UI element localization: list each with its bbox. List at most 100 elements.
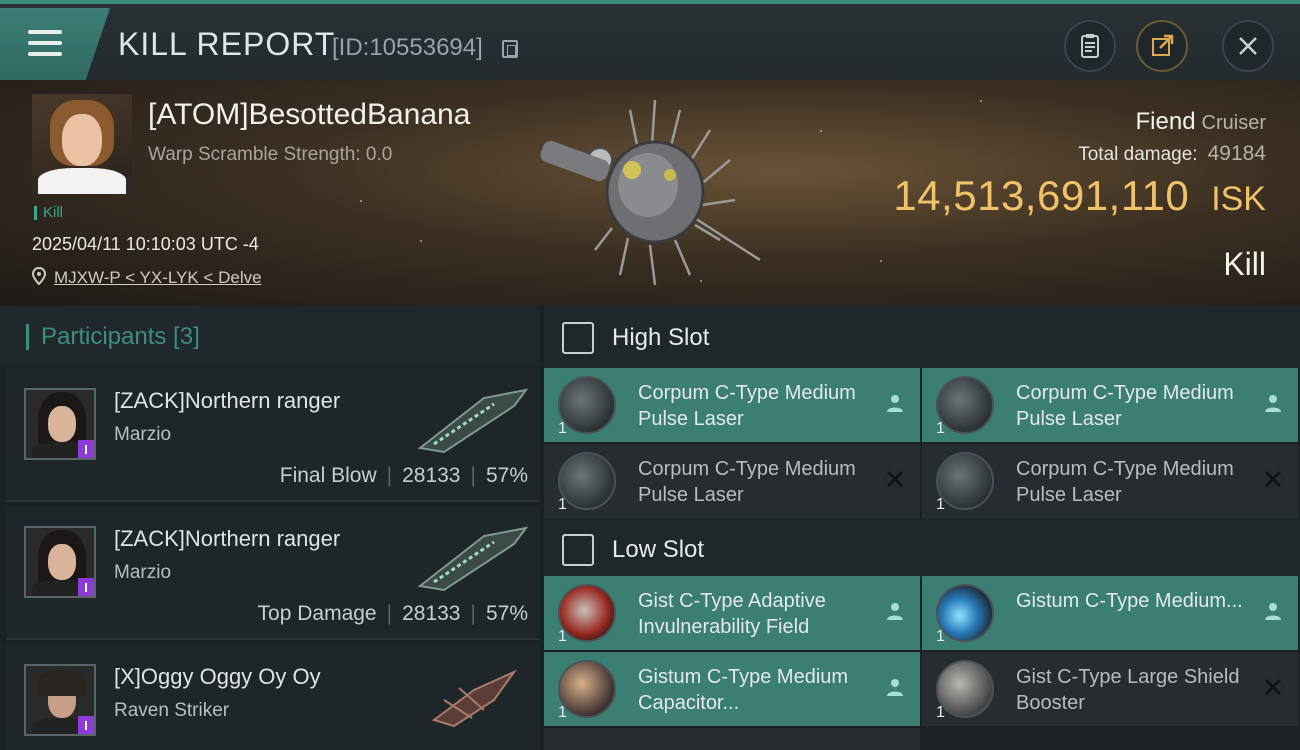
location-pin-icon (32, 267, 46, 285)
close-icon (1239, 37, 1257, 55)
module-name: Corpum C-Type Medium Pulse Laser (638, 458, 856, 506)
participants-title: Participants [3] (26, 324, 200, 350)
participant-stats: Final Blow | 28133 | 57% (279, 464, 528, 487)
share-icon (1152, 34, 1174, 56)
participant-row[interactable]: [ZACK]Northern ranger Marzio Top Damage |… (6, 506, 540, 640)
module-name: Gistum C-Type Medium... (1016, 590, 1243, 612)
kill-id: [ID:10553694] (332, 34, 483, 61)
module-name: Gistum C-Type Medium Capacitor... (638, 666, 849, 714)
participant-avatar[interactable] (24, 388, 96, 460)
module-item[interactable]: 1 Gist C-Type Large Shield Booster (922, 652, 1298, 726)
module-name: Corpum C-Type Medium Pulse Laser (1016, 382, 1234, 430)
isk-value-row: 14,513,691,110 ISK (893, 172, 1266, 220)
module-item[interactable]: 1 Corpum C-Type Medium Pulse Laser (544, 368, 920, 442)
fitting-panel: High Slot 1 Corpum C-Type Medium Pulse L… (544, 306, 1300, 750)
module-qty: 1 (936, 420, 945, 437)
participants-panel: Participants [3] [ZACK]Northern ranger M… (0, 306, 540, 750)
module-qty: 1 (558, 496, 567, 513)
module-qty: 1 (936, 628, 945, 645)
top-bar: KILL REPORT [ID:10553694] (0, 0, 1300, 80)
user-icon (887, 603, 903, 620)
low-slot-header: Low Slot (544, 518, 1300, 580)
ship-name[interactable]: Fiend Cruiser (1136, 108, 1267, 136)
participant-ship-image (431, 669, 517, 728)
warp-scramble-strength: Warp Scramble Strength: 0.0 (148, 144, 393, 165)
kill-result: Kill (1223, 246, 1266, 282)
participant-row[interactable]: [X]Oggy Oggy Oy Oy Raven Striker (6, 644, 540, 750)
kill-tag: Kill (34, 205, 63, 220)
participant-damage: 28133 (402, 464, 461, 487)
user-icon (887, 679, 903, 696)
share-button[interactable] (1136, 20, 1188, 72)
victim-panel: [ATOM]BesottedBanana Warp Scramble Stren… (0, 80, 1300, 306)
participant-damage: 28133 (402, 602, 461, 625)
participant-stats: Top Damage | 28133 | 57% (257, 602, 528, 625)
clipboard-button[interactable] (1064, 20, 1116, 72)
close-button[interactable] (1222, 20, 1274, 72)
high-slot-header: High Slot (544, 306, 1300, 368)
participant-ship: Marzio (114, 424, 172, 445)
participant-percent: 57% (485, 602, 528, 625)
participant-ship-image (417, 388, 529, 454)
module-name: Gist C-Type Large Shield Booster (1016, 666, 1240, 714)
participant-name: [ZACK]Northern ranger (114, 526, 341, 551)
x-icon (887, 471, 903, 487)
module-qty: 1 (558, 420, 567, 437)
total-damage-label: Total damage: (1078, 144, 1198, 165)
copy-icon[interactable] (502, 40, 518, 58)
user-icon (1265, 603, 1281, 620)
module-name: Corpum C-Type Medium Pulse Laser (1016, 458, 1234, 506)
ship-type: Fiend (1135, 108, 1196, 135)
corp-badge-icon (78, 578, 94, 596)
module-item[interactable]: 1 Gistum C-Type Medium... (922, 576, 1298, 650)
participant-avatar[interactable] (24, 664, 96, 736)
x-icon (1265, 471, 1281, 487)
user-icon (887, 395, 903, 412)
module-item[interactable] (544, 728, 920, 750)
module-item[interactable]: 1 Gistum C-Type Medium Capacitor... (544, 652, 920, 726)
x-icon (1265, 679, 1281, 695)
module-qty: 1 (558, 704, 567, 721)
clipboard-icon (1081, 34, 1099, 58)
user-icon (1265, 395, 1281, 412)
participant-ship: Marzio (114, 562, 172, 583)
module-qty: 1 (936, 496, 945, 513)
module-item[interactable]: 1 Gist C-Type Adaptive Invulnerability F… (544, 576, 920, 650)
participant-name: [ZACK]Northern ranger (114, 388, 341, 413)
high-slot-label: High Slot (612, 324, 710, 351)
module-name: Gist C-Type Adaptive Invulnerability Fie… (638, 590, 826, 638)
low-slot-icon (562, 534, 594, 566)
participant-name: [X]Oggy Oggy Oy Oy (114, 664, 321, 689)
corp-badge-icon (78, 440, 94, 458)
victim-ship-image[interactable] (520, 90, 780, 300)
module-name: Corpum C-Type Medium Pulse Laser (638, 382, 856, 430)
participant-avatar[interactable] (24, 526, 96, 598)
high-slot-icon (562, 322, 594, 354)
total-damage-value: 49184 (1207, 142, 1266, 165)
kill-location-link[interactable]: MJXW-P < YX-LYK < Delve (54, 268, 262, 288)
victim-name[interactable]: [ATOM]BesottedBanana (148, 98, 470, 132)
module-item[interactable]: 1 Corpum C-Type Medium Pulse Laser (922, 368, 1298, 442)
participant-role: Top Damage (257, 602, 377, 625)
participant-percent: 57% (485, 464, 528, 487)
menu-button[interactable] (0, 8, 110, 80)
participant-role: Final Blow (279, 464, 377, 487)
module-item[interactable]: 1 Corpum C-Type Medium Pulse Laser (544, 444, 920, 518)
total-damage: Total damage: 49184 (1078, 142, 1266, 166)
participant-ship-image (417, 526, 529, 592)
page-title: KILL REPORT (118, 26, 336, 62)
kill-datetime: 2025/04/11 10:10:03 UTC -4 (32, 234, 259, 254)
participants-header: Participants [3] (0, 306, 540, 366)
menu-icon (28, 30, 62, 56)
participant-ship: Raven Striker (114, 700, 230, 721)
module-qty: 1 (936, 704, 945, 721)
module-qty: 1 (558, 628, 567, 645)
module-item[interactable]: 1 Corpum C-Type Medium Pulse Laser (922, 444, 1298, 518)
isk-unit: ISK (1211, 180, 1266, 218)
participant-row[interactable]: [ZACK]Northern ranger Marzio Final Blow |… (6, 368, 540, 502)
ship-class: Cruiser (1201, 112, 1266, 134)
isk-value: 14,513,691,110 (893, 172, 1190, 219)
corp-badge-icon (78, 716, 94, 734)
victim-avatar[interactable] (32, 94, 132, 194)
low-slot-label: Low Slot (612, 536, 705, 563)
